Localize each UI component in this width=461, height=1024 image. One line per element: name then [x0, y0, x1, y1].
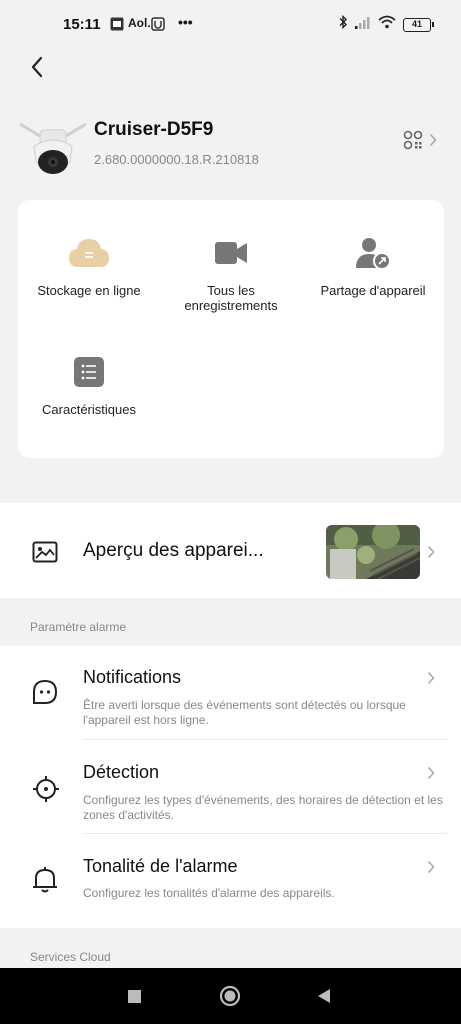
- device-preview-row[interactable]: Aperçu des apparei...: [0, 503, 461, 598]
- section-header-cloud: Services Cloud: [30, 950, 111, 964]
- bluetooth-icon: [338, 14, 348, 34]
- chevron-right-icon: [427, 766, 435, 780]
- qr-code-icon: [403, 130, 423, 150]
- camera-image: [18, 116, 88, 178]
- bell-icon: [32, 866, 58, 899]
- chat-bubble-icon: [32, 679, 58, 710]
- notification-app-icon: [110, 17, 124, 36]
- chevron-right-icon: [427, 860, 435, 874]
- alarm-item-title: Notifications: [83, 667, 182, 687]
- system-nav-bar: [0, 968, 461, 1024]
- alarm-item-alarm-tone[interactable]: Tonalité de l'alarme Configurez les tona…: [0, 834, 461, 928]
- recents-square-icon[interactable]: [127, 989, 142, 1009]
- cloud-icon: [18, 233, 160, 273]
- feature-all-recordings[interactable]: Tous les enregistrements: [160, 233, 302, 313]
- preview-thumbnail[interactable]: [326, 525, 420, 579]
- feature-characteristics[interactable]: Caractéristiques: [18, 352, 160, 417]
- device-header: Cruiser-D5F9 2.680.0000000.18.R.210818: [0, 112, 461, 178]
- video-camera-icon: [160, 233, 302, 273]
- preview-label: Aperçu des apparei...: [83, 540, 264, 561]
- status-bar: 15:11 Aol. ••• 41: [0, 0, 461, 50]
- features-card: Stockage en ligne Tous les enregistremen…: [18, 200, 444, 458]
- alarm-item-description: Configurez les tonalités d'alarme des ap…: [83, 886, 335, 900]
- chevron-right-icon: [427, 545, 435, 559]
- chevron-right-icon: [427, 671, 435, 685]
- back-triangle-icon[interactable]: [316, 988, 332, 1009]
- image-icon: [32, 541, 58, 568]
- device-name: Cruiser-D5F9: [94, 119, 214, 140]
- feature-online-storage[interactable]: Stockage en ligne: [18, 233, 160, 298]
- qr-code-button[interactable]: [403, 130, 437, 150]
- alarm-item-title: Détection: [83, 762, 160, 782]
- alarm-item-title: Tonalité de l'alarme: [83, 856, 238, 876]
- back-button[interactable]: [22, 52, 52, 82]
- status-time: 15:11: [63, 16, 101, 33]
- home-circle-icon[interactable]: [219, 985, 241, 1012]
- app-icon: [151, 17, 165, 36]
- alarm-settings-section: Notifications Être averti lorsque des év…: [0, 646, 461, 928]
- feature-label: Stockage en ligne: [37, 283, 141, 298]
- share-user-icon: [302, 233, 444, 273]
- wifi-icon: [378, 15, 396, 34]
- feature-label: Partage d'appareil: [320, 283, 426, 298]
- alarm-item-notifications[interactable]: Notifications Être averti lorsque des év…: [0, 646, 461, 740]
- alarm-item-description: Configurez les types d'événements, des h…: [83, 793, 443, 822]
- feature-label: Caractéristiques: [42, 402, 136, 417]
- crosshair-icon: [32, 775, 60, 808]
- device-version: 2.680.0000000.18.R.210818: [94, 152, 259, 167]
- more-icon: •••: [178, 14, 193, 30]
- alarm-item-description: Être averti lorsque des événements sont …: [83, 698, 406, 727]
- chevron-right-icon: [429, 133, 437, 147]
- list-icon: [18, 352, 160, 392]
- aol-icon: Aol.: [128, 16, 151, 30]
- section-header-alarm: Paramètre alarme: [30, 620, 127, 634]
- alarm-item-detection[interactable]: Détection Configurez les types d'événeme…: [0, 740, 461, 834]
- signal-icon: [355, 16, 371, 34]
- feature-device-sharing[interactable]: Partage d'appareil: [302, 233, 444, 298]
- battery-icon: 41: [403, 17, 434, 32]
- feature-label: Tous les enregistrements: [184, 283, 278, 313]
- chevron-left-icon: [31, 56, 43, 78]
